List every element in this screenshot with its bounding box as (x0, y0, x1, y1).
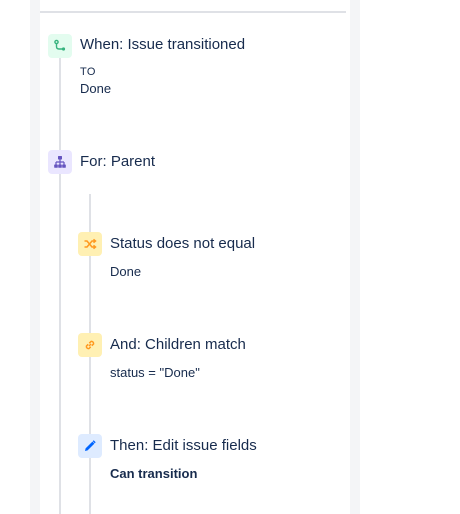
automation-rule-page: When: Issue transitioned TO Done For: Pa… (0, 0, 460, 514)
action-value: Can transition (110, 466, 198, 481)
trigger-to-label: TO (80, 66, 96, 78)
link-icon[interactable] (78, 333, 102, 357)
branch-hierarchy-icon[interactable] (48, 150, 72, 174)
shuffle-condition-icon[interactable] (78, 232, 102, 256)
and-condition-value: status = "Done" (110, 365, 200, 380)
pencil-edit-icon[interactable] (78, 434, 102, 458)
trigger-to-value: Done (80, 81, 112, 96)
action-title[interactable]: Then: Edit issue fields (110, 437, 257, 455)
top-divider (40, 11, 346, 13)
and-condition-title[interactable]: And: Children match (110, 336, 246, 354)
issue-transitioned-icon[interactable] (48, 34, 72, 58)
branch-title[interactable]: For: Parent (80, 153, 155, 171)
condition-title[interactable]: Status does not equal (110, 235, 255, 253)
condition-value: Done (110, 264, 142, 279)
main-connector-line (59, 58, 61, 514)
trigger-title[interactable]: When: Issue transitioned (80, 36, 245, 54)
